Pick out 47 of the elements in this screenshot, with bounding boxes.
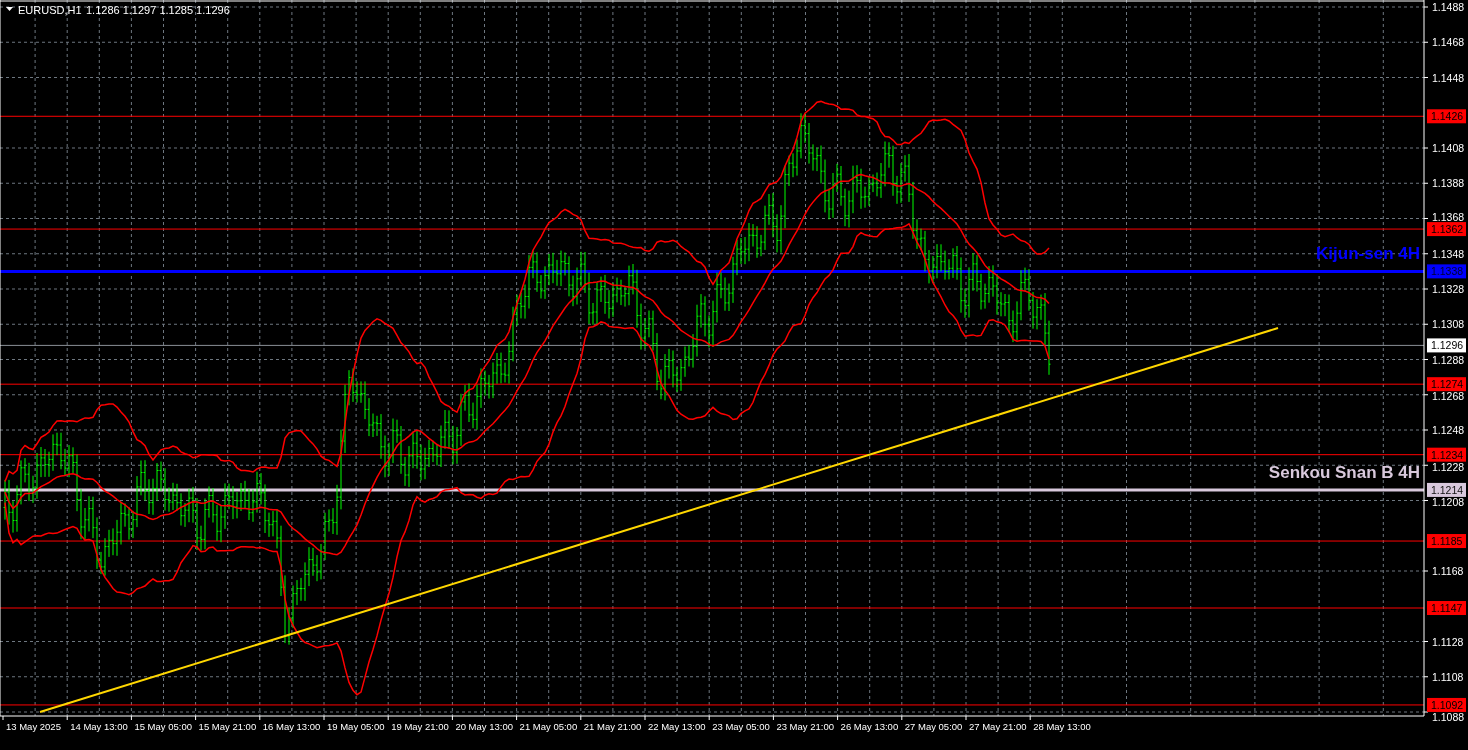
price-label: 1.1228: [1432, 460, 1465, 473]
level-annotation: Senkou Snan B 4H: [1268, 462, 1420, 482]
time-label: 23 May 21:00: [776, 721, 834, 732]
price-label: 1.1468: [1432, 36, 1465, 49]
price-label: 1.1268: [1432, 390, 1465, 403]
price-label: 1.1208: [1432, 495, 1465, 508]
price-label: 1.1128: [1432, 635, 1464, 648]
price-label: 1.1088: [1432, 710, 1465, 723]
price-tag: 1.1362: [1427, 222, 1466, 237]
time-label: 27 May 05:00: [904, 721, 963, 732]
price-tag: 1.1274: [1427, 377, 1466, 392]
price-tag: 1.1185: [1427, 534, 1466, 549]
time-label: 21 May 21:00: [583, 721, 642, 732]
level-annotation: Kijun-sen 4H: [1316, 244, 1420, 264]
price-tag: 1.1338: [1427, 264, 1466, 279]
time-label: 16 May 13:00: [262, 721, 321, 732]
time-label: 21 May 05:00: [519, 721, 578, 732]
price-label: 1.1108: [1432, 670, 1464, 683]
chart-symbol: EURUSD,H1: [18, 4, 82, 16]
time-label: 15 May 05:00: [134, 721, 192, 732]
price-label: 1.1488: [1432, 1, 1465, 13]
time-label: 14 May 13:00: [70, 721, 128, 732]
time-label: 13 May 2025: [6, 721, 61, 732]
time-label: 23 May 05:00: [712, 721, 770, 732]
price-tag: 1.1426: [1427, 109, 1466, 124]
time-label: 27 May 21:00: [969, 721, 1027, 732]
time-label: 19 May 21:00: [391, 721, 449, 732]
time-label: 26 May 13:00: [840, 721, 899, 732]
price-tag: 1.1296: [1427, 338, 1466, 353]
price-label: 1.1388: [1432, 177, 1465, 190]
dropdown-triangle-icon[interactable]: [6, 7, 13, 11]
price-label: 1.1308: [1432, 318, 1465, 331]
time-label: 22 May 13:00: [648, 721, 706, 732]
price-label: 1.1328: [1432, 283, 1465, 295]
time-label: 20 May 13:00: [455, 721, 513, 732]
price-label: 1.1248: [1432, 424, 1465, 436]
time-label: 15 May 21:00: [198, 721, 257, 732]
price-label: 1.1348: [1432, 247, 1465, 260]
price-tag: 1.1147: [1427, 601, 1466, 615]
time-label: 19 May 05:00: [327, 721, 385, 732]
chart-quote: 1.1286 1.1297 1.1285 1.1296: [86, 4, 230, 16]
price-label: 1.1168: [1432, 565, 1464, 577]
price-label: 1.1408: [1432, 142, 1465, 154]
price-label: 1.1368: [1432, 211, 1465, 224]
price-label: 1.1288: [1432, 353, 1465, 366]
price-label: 1.1448: [1432, 71, 1465, 84]
time-label: 28 May 13:00: [1033, 721, 1091, 732]
